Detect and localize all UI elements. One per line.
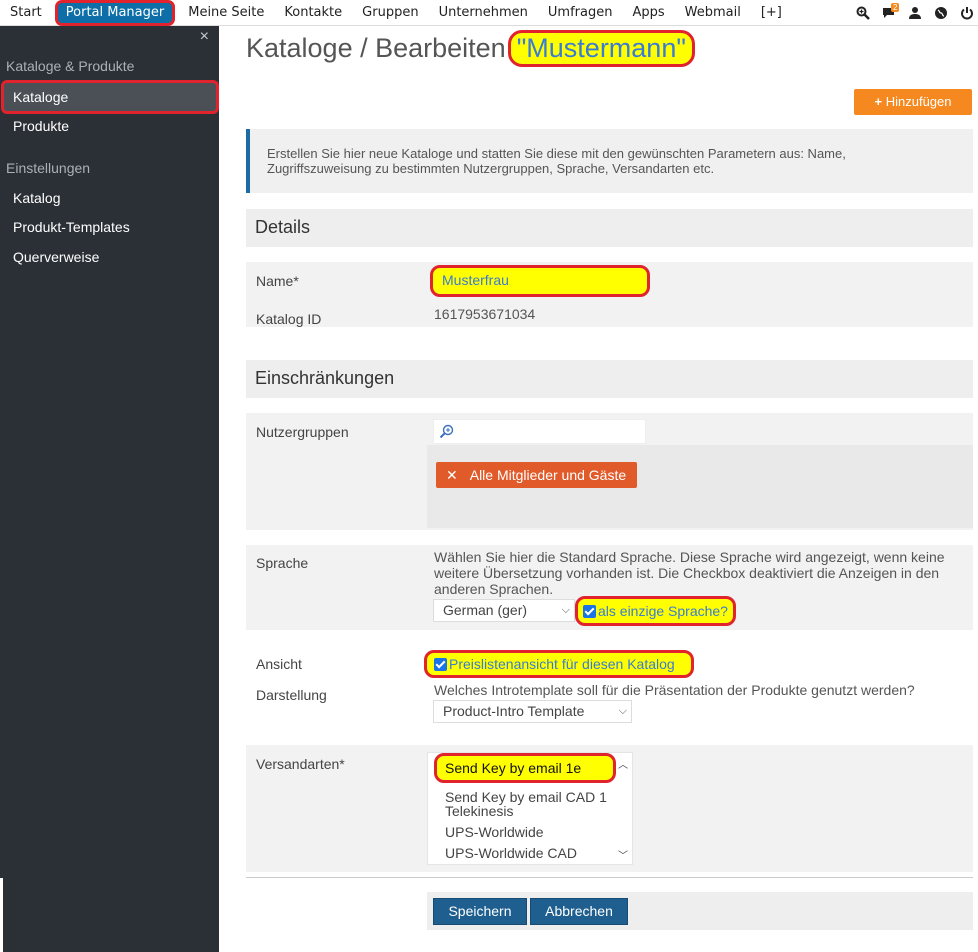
- nav-webmail[interactable]: Webmail: [675, 0, 751, 26]
- sidebar-item-produkt-templates[interactable]: Produkt-Templates: [13, 219, 130, 235]
- scroll-up-icon[interactable]: ︿: [618, 756, 628, 771]
- sidebar-item-querverweise[interactable]: Querverweise: [13, 249, 99, 265]
- language-label: Sprache: [256, 555, 309, 571]
- page-title-prefix: Kataloge / Bearbeiten: [246, 33, 506, 63]
- search-icon: [439, 424, 454, 439]
- name-input[interactable]: Musterfrau: [430, 265, 650, 297]
- only-language-checkbox[interactable]: als einzige Sprache?: [575, 596, 736, 626]
- groups-search-input[interactable]: [433, 419, 646, 444]
- group-chip-all-members[interactable]: ✕ Alle Mitglieder und Gäste: [436, 462, 637, 488]
- groups-label: Nutzergruppen: [256, 424, 349, 440]
- restrictions-heading: Einschränkungen: [246, 360, 973, 398]
- group-chip-label: Alle Mitglieder und Gäste: [469, 467, 627, 483]
- chat-bubble-icon[interactable]: 2: [882, 3, 900, 20]
- display-help: Welches Introtemplate soll für die Präse…: [434, 682, 915, 698]
- scroll-down-icon[interactable]: ﹀: [618, 847, 628, 862]
- checkbox-checked-icon[interactable]: [434, 658, 447, 671]
- nav-gruppen[interactable]: Gruppen: [352, 0, 428, 26]
- language-select[interactable]: German (ger) ⌵: [433, 599, 575, 622]
- language-help-line-1: Wählen Sie hier die Standard Sprache. Di…: [434, 549, 945, 565]
- add-button[interactable]: + Hinzufügen: [854, 89, 972, 115]
- nav-unternehmen[interactable]: Unternehmen: [429, 0, 538, 26]
- sidebar: × Kataloge & Produkte Kataloge Produkte …: [0, 26, 219, 952]
- display-select-value: Product-Intro Template: [443, 703, 585, 719]
- sidebar-item-kataloge[interactable]: Kataloge: [1, 80, 219, 114]
- sidebar-edge: [0, 878, 3, 952]
- shipping-option[interactable]: Telekinesis: [445, 803, 513, 819]
- nav-kontakte[interactable]: Kontakte: [274, 0, 352, 26]
- shipping-option[interactable]: UPS-Worldwide CAD: [445, 845, 577, 861]
- shipping-option[interactable]: UPS-Worldwide: [445, 824, 544, 840]
- language-help-line-3: anderen Sprachen.: [434, 581, 554, 597]
- zoom-search-icon[interactable]: [856, 6, 870, 20]
- info-text-line-2: Zugriffszuweisung zu bestimmten Nutzergr…: [267, 161, 715, 176]
- display-label: Darstellung: [256, 687, 327, 703]
- notification-badge: 2: [891, 3, 900, 12]
- globe-icon[interactable]: [934, 6, 948, 20]
- nav-umfragen[interactable]: Umfragen: [538, 0, 623, 26]
- language-help: Wählen Sie hier die Standard Sprache. Di…: [434, 549, 974, 597]
- remove-chip-icon[interactable]: ✕: [446, 467, 458, 483]
- form-divider: [246, 877, 973, 878]
- plus-icon: +: [874, 94, 883, 109]
- nav-apps[interactable]: Apps: [622, 0, 674, 26]
- view-label: Ansicht: [256, 656, 302, 672]
- checkbox-checked-icon[interactable]: [583, 605, 596, 618]
- sidebar-item-katalog[interactable]: Katalog: [13, 190, 60, 206]
- nav-portal-manager[interactable]: Portal Manager: [54, 0, 176, 26]
- language-select-value: German (ger): [443, 602, 528, 618]
- sidebar-section-kataloge-produkte: Kataloge & Produkte: [6, 58, 135, 74]
- sidebar-section-einstellungen: Einstellungen: [6, 160, 91, 176]
- name-label: Name*: [256, 273, 299, 289]
- chevron-down-icon: ⌵: [618, 705, 627, 717]
- power-icon[interactable]: [960, 6, 974, 20]
- price-list-label: Preislistenansicht für diesen Katalog: [449, 656, 675, 672]
- user-icon[interactable]: [908, 6, 922, 20]
- page-title-name: "Mustermann": [507, 30, 695, 67]
- save-button[interactable]: Speichern: [433, 898, 527, 925]
- details-heading: Details: [246, 209, 973, 247]
- page-title: Kataloge / Bearbeiten "Mustermann": [246, 30, 695, 67]
- top-right-icons: 2: [856, 0, 978, 26]
- katalog-id-value: 1617953671034: [434, 306, 536, 322]
- top-navigation: Start Portal Manager Meine Seite Kontakt…: [0, 0, 978, 26]
- add-button-label: Hinzufügen: [885, 94, 952, 109]
- nav-add-more[interactable]: [+]: [751, 0, 792, 26]
- close-sidebar-icon[interactable]: ×: [200, 28, 209, 46]
- katalog-id-label: Katalog ID: [256, 311, 322, 327]
- info-box: Erstellen Sie hier neue Kataloge und sta…: [246, 129, 973, 193]
- only-language-label: als einzige Sprache?: [598, 603, 728, 619]
- price-list-checkbox[interactable]: Preislistenansicht für diesen Katalog: [424, 650, 694, 678]
- shipping-option-selected[interactable]: Send Key by email 1e: [434, 753, 616, 783]
- display-select[interactable]: Product-Intro Template ⌵: [433, 700, 632, 723]
- shipping-label: Versandarten*: [256, 756, 345, 772]
- nav-start[interactable]: Start: [0, 0, 52, 26]
- chevron-down-icon: ⌵: [561, 604, 570, 616]
- sidebar-item-produkte[interactable]: Produkte: [13, 118, 69, 134]
- nav-meine-seite[interactable]: Meine Seite: [178, 0, 274, 26]
- cancel-button[interactable]: Abbrechen: [530, 898, 628, 925]
- info-text-line-1: Erstellen Sie hier neue Kataloge und sta…: [267, 146, 846, 161]
- language-help-line-2: weitere Übersetzung vorhanden ist. Die C…: [434, 565, 940, 581]
